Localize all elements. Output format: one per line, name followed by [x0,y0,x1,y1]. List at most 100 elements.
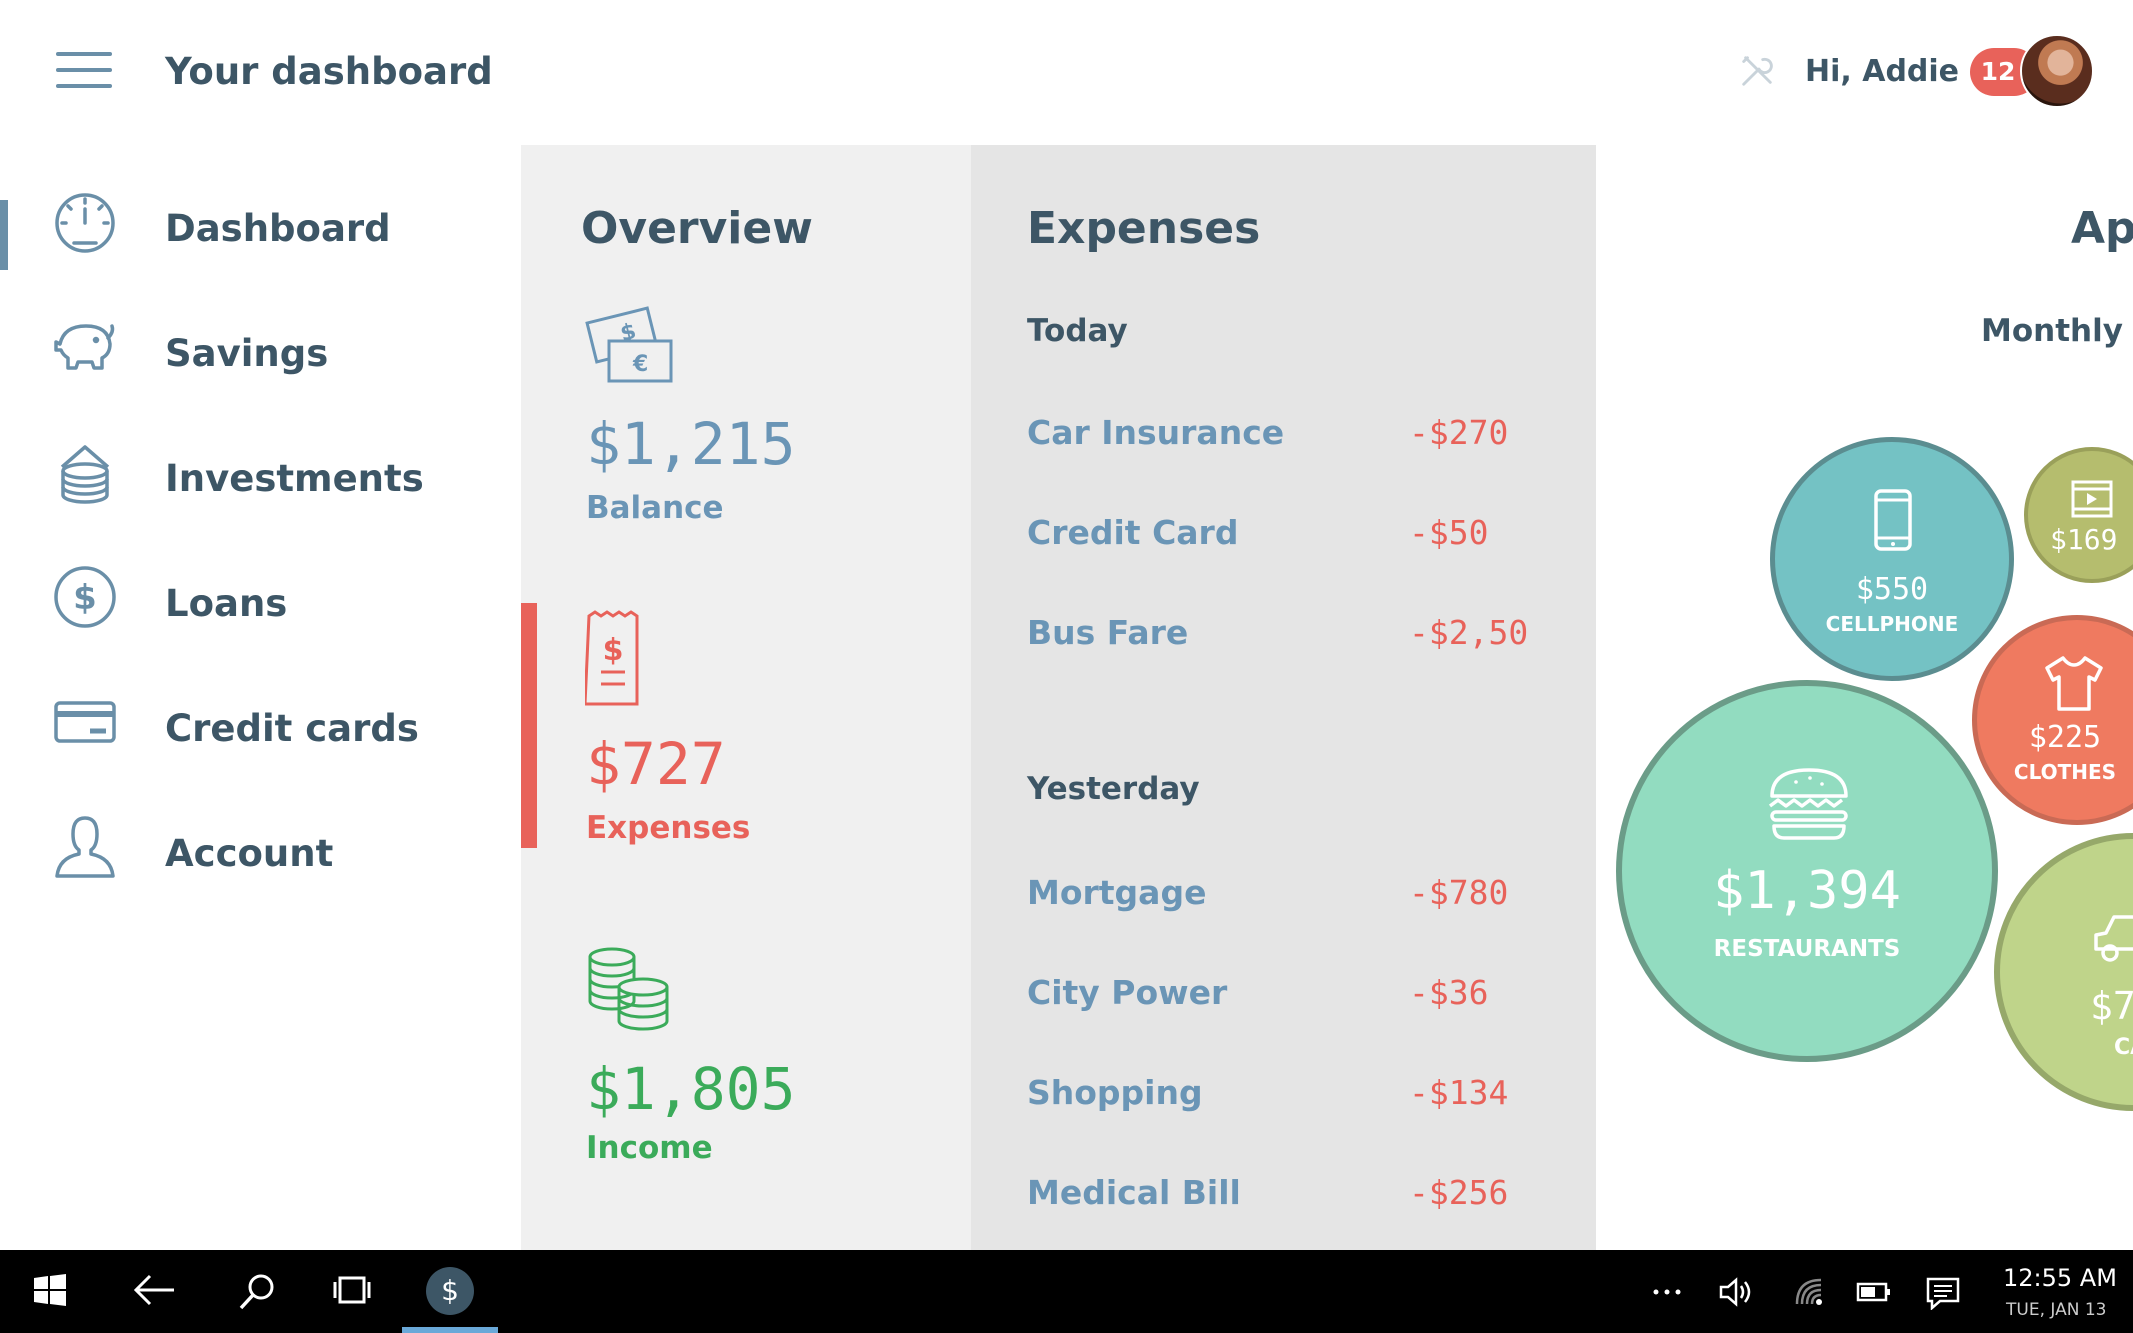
sidebar: Dashboard Savings Investments $ Loans Cr… [0,145,520,1250]
sidebar-item-dashboard[interactable]: Dashboard [0,145,520,270]
overview-title: Overview [581,203,813,254]
dollar-coin-icon: $ [54,566,116,628]
bubble-amount: $550 [1855,572,1929,607]
expense-amount: -$270 [1409,413,1509,452]
page-title: Your dashboard [165,50,493,93]
expense-amount: -$36 [1409,973,1489,1012]
sidebar-item-label: Investments [165,457,424,500]
expenses-amount: $727 [586,730,726,798]
bubble-cellphone[interactable]: $550 CELLPHONE [1770,437,2014,681]
bubble-amount: $169 [2050,523,2118,556]
avatar[interactable] [2020,34,2094,108]
bubble-clothes[interactable]: $225 CLOTHES [1972,615,2133,825]
expense-name[interactable]: Medical Bill [1027,1173,1241,1212]
receipt-icon: $ [585,610,639,706]
active-app-indicator [402,1327,498,1333]
burger-icon [1768,768,1848,840]
day-heading-yesterday: Yesterday [1027,771,1200,807]
balance-amount: $1,215 [586,410,796,478]
car-icon [2094,915,2133,962]
phone-icon [1874,489,1912,551]
volume-icon[interactable] [1718,1276,1754,1308]
coins-icon [588,947,669,1031]
expense-amount: -$2,50 [1409,613,1529,652]
taskbar-app-finance[interactable]: $ [400,1250,500,1333]
income-amount: $1,805 [586,1055,796,1123]
sidebar-item-account[interactable]: Account [0,770,520,880]
task-view-icon [333,1276,371,1304]
apps-panel-title: Ap [2071,203,2133,254]
svg-text:€: € [632,352,648,377]
expense-name[interactable]: Car Insurance [1027,413,1284,452]
clock-time[interactable]: 12:55 AM [2003,1264,2117,1292]
user-greeting: Hi, Addie [1805,54,1960,89]
day-heading-today: Today [1027,313,1128,349]
expense-amount: -$256 [1409,1173,1509,1212]
overview-column: Overview $ € $1,215 Balance $ $727 Expen… [521,145,971,1250]
expense-name[interactable]: Mortgage [1027,873,1206,912]
person-icon [55,816,115,878]
task-view-button[interactable] [300,1250,400,1333]
income-label: Income [586,1130,713,1166]
expenses-title: Expenses [1027,203,1261,254]
bubble-category: CLOTHES [2013,760,2117,784]
bubble-amount: $1,394 [1713,861,1901,921]
piggy-bank-icon [54,324,115,370]
sidebar-item-loans[interactable]: $ Loans [0,520,520,630]
search-icon [239,1274,274,1310]
expense-name[interactable]: Bus Fare [1027,613,1188,652]
active-indicator [521,603,537,848]
wifi-icon[interactable] [1795,1278,1825,1308]
sidebar-item-label: Loans [165,582,288,625]
sidebar-item-savings[interactable]: Savings [0,270,520,380]
dollar-app-icon: $ [426,1267,474,1315]
svg-text:$: $ [603,633,624,668]
action-center-icon[interactable] [1925,1276,1961,1310]
bubble-amount: $7 [2090,984,2133,1028]
expense-amount: -$50 [1409,513,1489,552]
bubble-category: CELLPHONE [1825,612,1959,636]
expense-name[interactable]: City Power [1027,973,1227,1012]
tools-icon[interactable] [1738,52,1776,90]
back-button[interactable] [100,1250,200,1333]
shirt-icon [2045,656,2103,711]
start-button[interactable] [0,1250,100,1333]
app-header: Your dashboard Hi, Addie 12 [0,0,2133,145]
sidebar-item-credit-cards[interactable]: Credit cards [0,645,520,755]
expense-name[interactable]: Credit Card [1027,513,1238,552]
expenses-label: Expenses [586,810,751,846]
svg-text:$: $ [441,1274,459,1307]
bubble-restaurants[interactable]: $1,394 RESTAURANTS [1616,680,1998,1062]
bubble-car[interactable]: $7 CA [1994,833,2133,1111]
expense-name[interactable]: Shopping [1027,1073,1203,1112]
more-icon[interactable] [1652,1288,1682,1296]
sidebar-item-label: Dashboard [165,207,391,250]
film-icon [2071,480,2113,518]
money-bills-icon: $ € [585,306,673,383]
search-button[interactable] [205,1250,305,1333]
coin-stack-icon [60,445,110,504]
bubble-category: RESTAURANTS [1713,936,1901,962]
sidebar-item-label: Savings [165,332,329,375]
sidebar-item-investments[interactable]: Investments [0,395,520,505]
sidebar-item-label: Account [165,832,334,875]
apps-panel: Ap Monthly S $550 CELLPHONE $169 $225 CL… [1596,145,2133,1250]
sidebar-item-label: Credit cards [165,707,419,750]
apps-panel-subtitle: Monthly S [1981,313,2133,349]
hamburger-menu-icon[interactable] [56,52,114,88]
active-indicator [0,200,8,270]
bubble-amount: $225 [2028,720,2102,755]
bubble-category: CA [2114,1035,2133,1060]
balance-label: Balance [586,490,724,526]
expense-amount: -$134 [1409,1073,1509,1112]
svg-text:$: $ [73,578,97,618]
credit-card-icon [54,701,116,743]
bubble-entertainment[interactable]: $169 [2024,447,2133,583]
clock-date[interactable]: TUE, JAN 13 [2006,1300,2106,1320]
speedometer-icon [55,193,115,253]
taskbar: $ 12:55 AM TUE, JAN 13 [0,1250,2133,1333]
battery-icon[interactable] [1856,1280,1892,1304]
expense-amount: -$780 [1409,873,1509,912]
windows-logo-icon [34,1274,66,1306]
back-arrow-icon [133,1274,174,1306]
